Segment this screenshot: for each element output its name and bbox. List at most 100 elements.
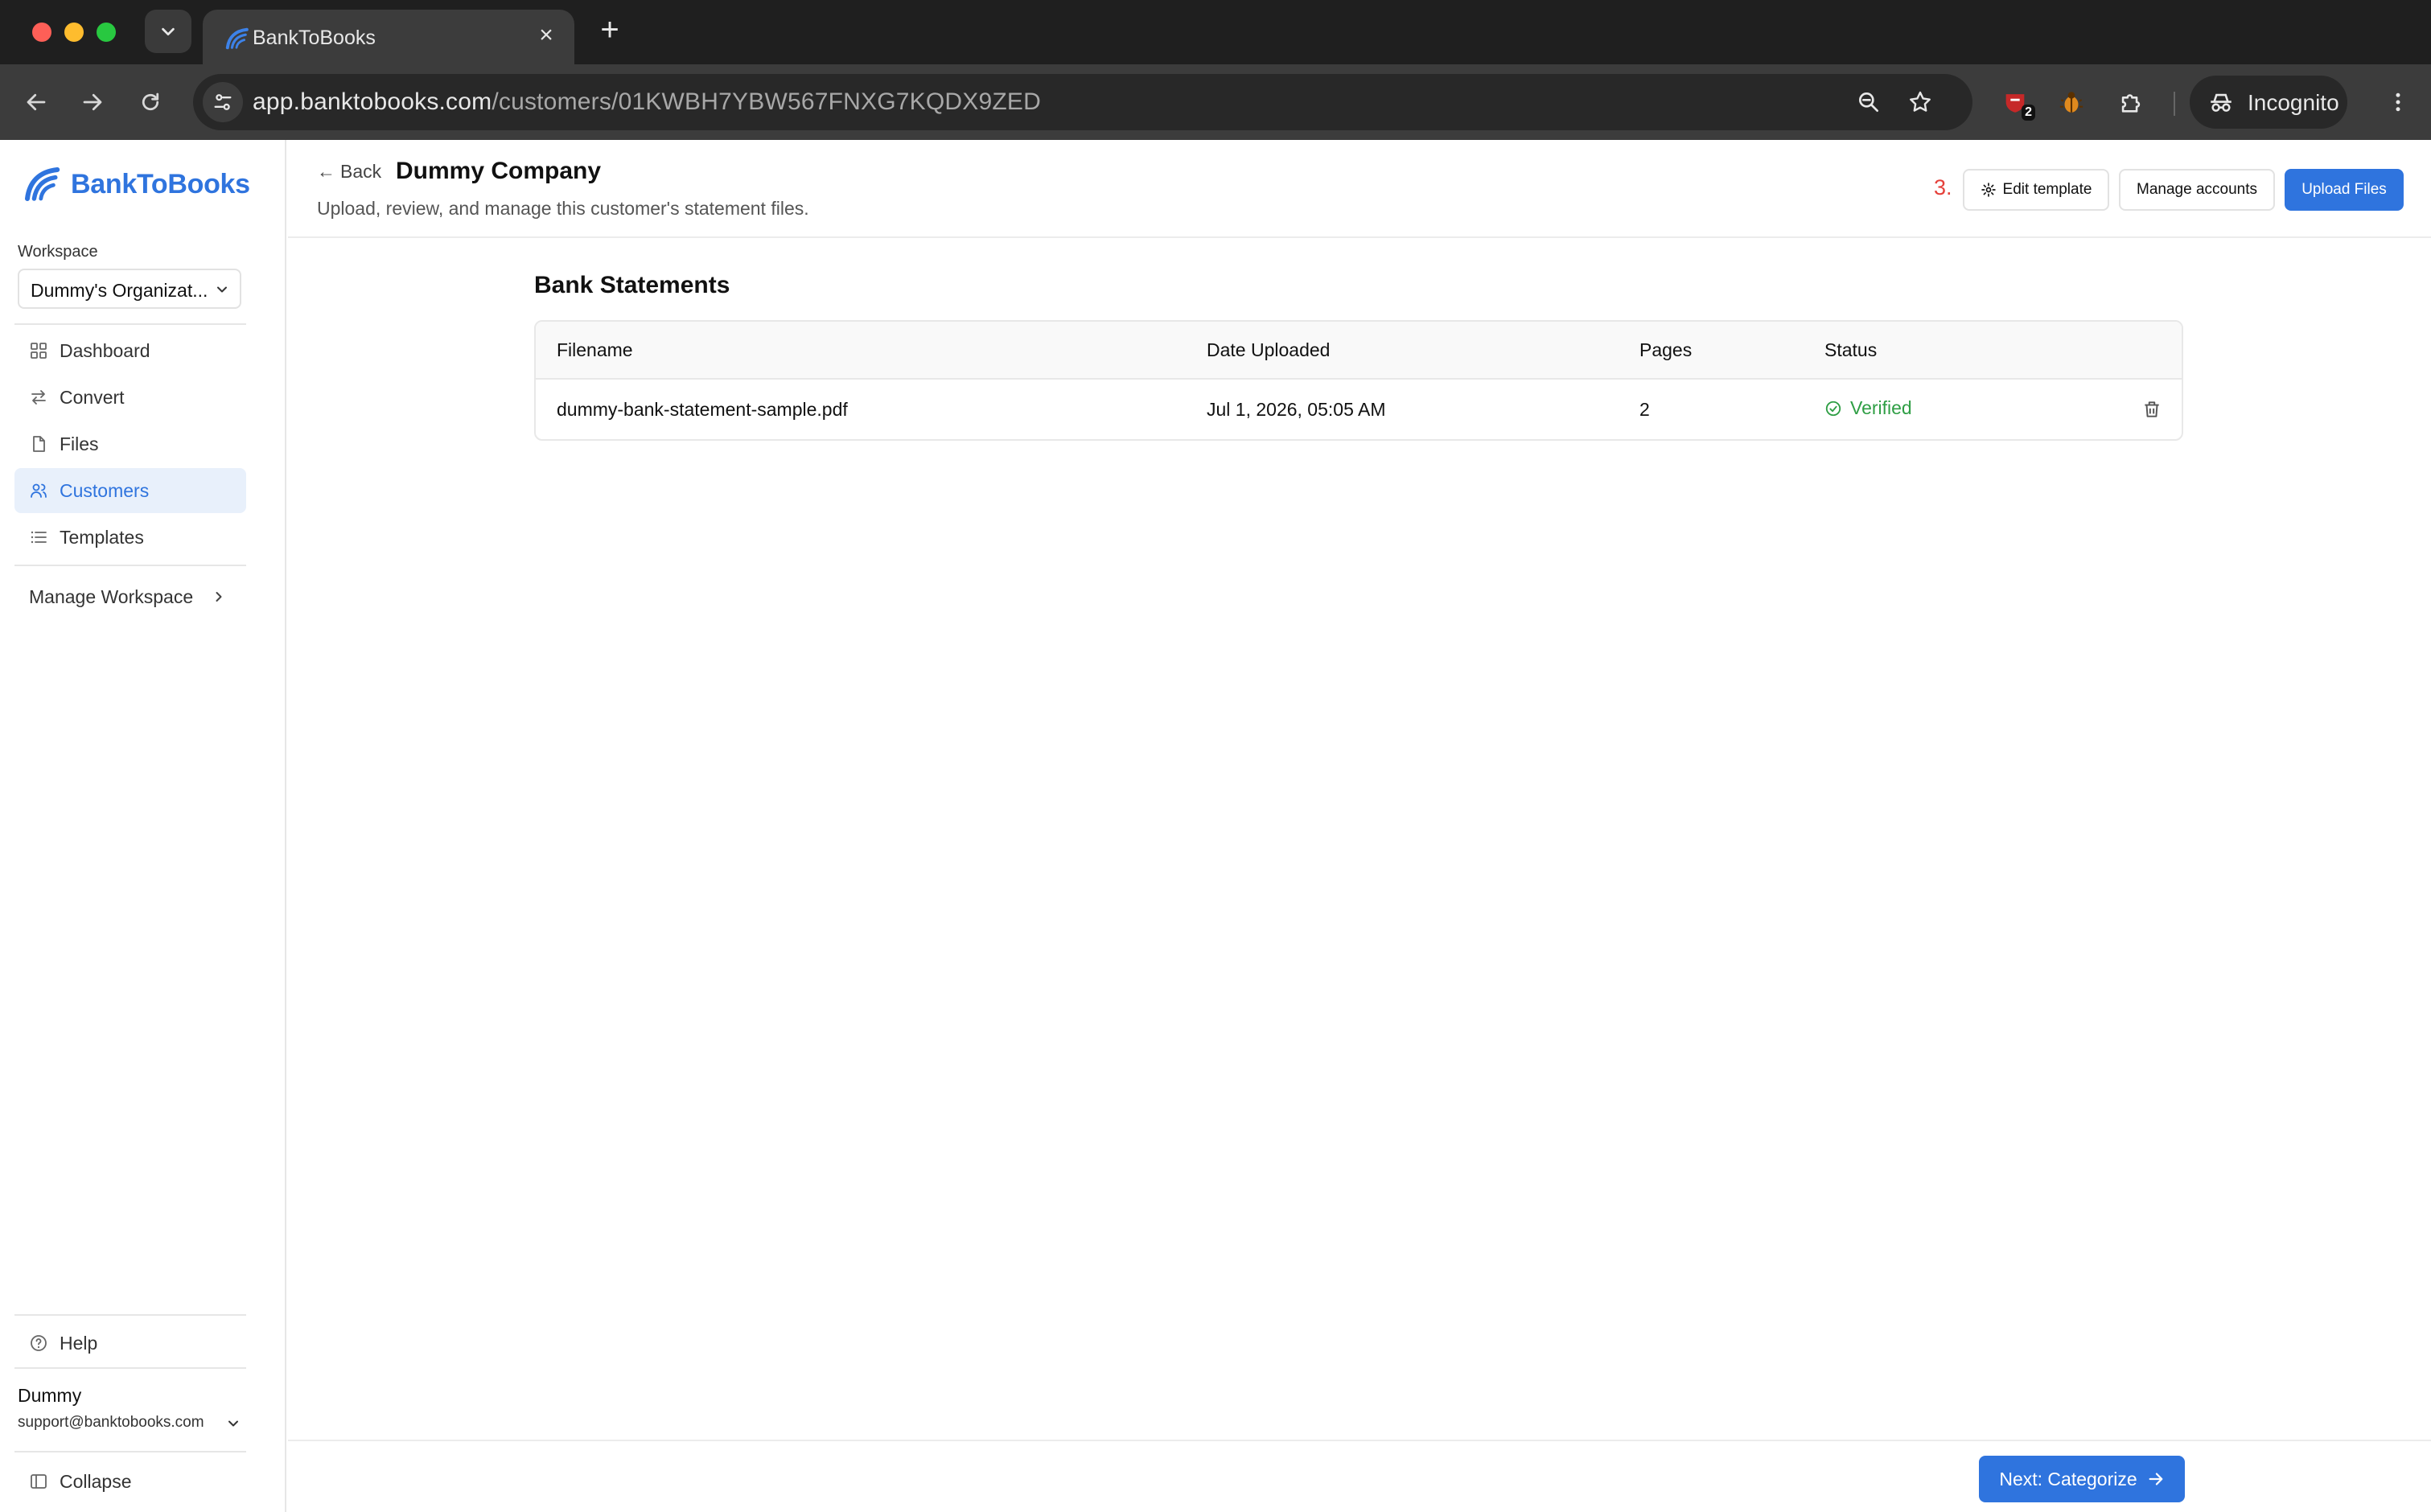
url-host: app.banktobooks.com <box>253 88 492 115</box>
user-email: support@banktobooks.com <box>18 1414 204 1431</box>
manage-accounts-label: Manage accounts <box>2137 181 2257 198</box>
statements-table: Filename Date Uploaded Pages Status dumm… <box>534 320 2183 441</box>
extension-button-2[interactable] <box>2051 82 2092 122</box>
sidebar-item-label: Dashboard <box>60 340 150 361</box>
upload-files-label: Upload Files <box>2301 181 2387 198</box>
puzzle-icon <box>2121 94 2141 113</box>
table-header: Filename Date Uploaded Pages Status <box>536 322 2182 380</box>
workspace-select[interactable]: Dummy's Organizat... <box>18 269 241 309</box>
gear-icon <box>1981 183 1996 197</box>
help-link[interactable]: Help <box>14 1322 246 1364</box>
url-text: app.banktobooks.com/customers/01KWBH7YBW… <box>253 88 1041 116</box>
trash-icon[interactable] <box>2141 399 2162 420</box>
banktobooks-logo-icon <box>25 167 60 201</box>
sidebar-collapse-icon <box>31 1474 47 1489</box>
workspace-value: Dummy's Organizat... <box>31 280 208 301</box>
url-path: /customers/01KWBH7YBW567FNXG7KQDX9ZED <box>492 88 1041 115</box>
next-categorize-button[interactable]: Next: Categorize <box>1979 1456 2185 1502</box>
users-icon <box>31 483 47 498</box>
more-vert-icon <box>2396 92 2400 112</box>
extension-badge: 2 <box>2022 105 2035 121</box>
sidebar: BankToBooks Workspace Dummy's Organizat.… <box>0 140 286 1512</box>
browser-menu-button[interactable] <box>2378 82 2418 122</box>
manage-accounts-button[interactable]: Manage accounts <box>2119 169 2275 211</box>
reload-icon <box>142 92 159 111</box>
site-info-button[interactable] <box>203 82 243 122</box>
collapse-sidebar-button[interactable]: Collapse <box>14 1461 246 1502</box>
tab-search-button[interactable] <box>145 10 191 53</box>
browser-chrome: BankToBooks × + app.banktobooks.com/cust… <box>0 0 2431 140</box>
status-label: Verified <box>1850 397 1912 418</box>
forward-nav-button[interactable] <box>72 82 113 122</box>
maximize-window-button[interactable] <box>97 23 116 42</box>
tab-title: BankToBooks <box>253 27 376 49</box>
extensions-menu-button[interactable] <box>2111 82 2151 122</box>
chevron-right-icon <box>216 592 222 602</box>
tune-icon <box>214 94 232 110</box>
sidebar-item-label: Templates <box>60 527 144 548</box>
sidebar-item-label: Customers <box>60 480 150 501</box>
help-label: Help <box>60 1333 98 1354</box>
arrows-swap-icon <box>31 390 46 405</box>
incognito-button[interactable]: Incognito <box>2190 76 2347 129</box>
arrow-right-icon <box>2149 1473 2163 1485</box>
sidebar-divider <box>14 565 246 566</box>
tab-close-icon[interactable]: × <box>534 23 558 48</box>
arrow-left-icon <box>27 93 46 111</box>
sidebar-item-label: Convert <box>60 387 125 408</box>
sidebar-item-label: Files <box>60 433 99 454</box>
step-marker: 3. <box>1934 175 1952 199</box>
sidebar-item-convert[interactable]: Convert <box>14 375 246 420</box>
new-tab-button[interactable]: + <box>592 13 627 48</box>
close-window-button[interactable] <box>32 23 51 42</box>
column-header-status: Status <box>1824 339 1878 360</box>
next-label: Next: Categorize <box>1999 1468 2137 1489</box>
table-row[interactable]: dummy-bank-statement-sample.pdf Jul 1, 2… <box>536 380 2182 439</box>
sidebar-divider <box>14 1451 246 1452</box>
manage-workspace-link[interactable]: Manage Workspace <box>14 574 246 619</box>
page-subtitle: Upload, review, and manage this customer… <box>317 198 809 219</box>
bug-extension-icon <box>2059 92 2083 113</box>
brand[interactable]: BankToBooks <box>23 164 250 204</box>
minimize-window-button[interactable] <box>64 23 84 42</box>
arrow-left-icon: ← <box>317 161 335 182</box>
page-title: Dummy Company <box>396 158 602 184</box>
tab-strip: BankToBooks × + <box>0 0 2431 64</box>
back-nav-button[interactable] <box>16 82 56 122</box>
cell-filename: dummy-bank-statement-sample.pdf <box>557 399 848 420</box>
back-link[interactable]: ← Back <box>317 161 381 183</box>
user-menu-chevron-icon[interactable] <box>225 1415 241 1432</box>
extension-button-1[interactable]: 2 <box>1995 82 2035 122</box>
chevron-down-icon <box>162 27 175 36</box>
upload-files-button[interactable]: Upload Files <box>2285 169 2404 211</box>
file-icon <box>33 436 45 452</box>
incognito-label: Incognito <box>2248 90 2339 115</box>
zoom-button[interactable] <box>1850 84 1887 121</box>
sidebar-item-templates[interactable]: Templates <box>14 515 246 560</box>
toolbar-divider <box>2174 92 2175 116</box>
list-icon <box>31 531 47 544</box>
status-badge: Verified <box>1824 397 1912 419</box>
column-header-pages: Pages <box>1639 339 1693 360</box>
sidebar-item-dashboard[interactable]: Dashboard <box>14 328 246 373</box>
column-header-filename: Filename <box>557 339 633 360</box>
column-header-date-uploaded: Date Uploaded <box>1207 339 1331 360</box>
browser-toolbar: app.banktobooks.com/customers/01KWBH7YBW… <box>0 64 2431 140</box>
user-name: Dummy <box>18 1385 82 1406</box>
banktobooks-logo-icon <box>225 27 249 50</box>
section-title: Bank Statements <box>534 272 730 298</box>
zoom-out-icon <box>1859 92 1878 112</box>
sidebar-item-customers[interactable]: Customers <box>14 468 246 513</box>
back-label: Back <box>340 161 382 182</box>
edit-template-button[interactable]: Edit template <box>1963 169 2109 211</box>
edit-template-label: Edit template <box>2002 181 2092 198</box>
browser-tab[interactable]: BankToBooks × <box>203 10 574 64</box>
collapse-label: Collapse <box>60 1471 132 1492</box>
address-bar[interactable]: app.banktobooks.com/customers/01KWBH7YBW… <box>193 74 1972 130</box>
star-icon <box>1910 91 1931 112</box>
sidebar-divider <box>14 1314 246 1316</box>
reload-button[interactable] <box>130 82 171 122</box>
bookmark-button[interactable] <box>1902 84 1939 121</box>
sidebar-item-files[interactable]: Files <box>14 421 246 466</box>
brand-name: BankToBooks <box>71 168 250 199</box>
